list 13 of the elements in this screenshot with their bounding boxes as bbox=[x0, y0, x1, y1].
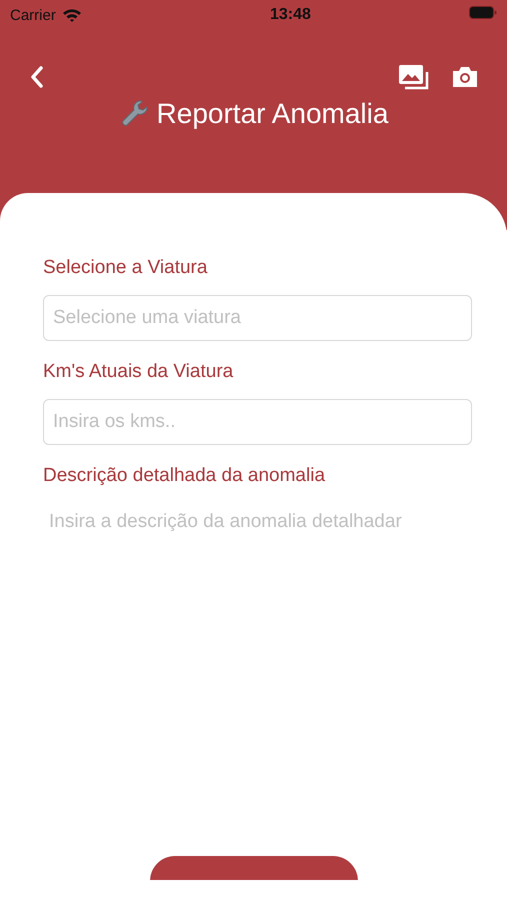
battery-icon bbox=[468, 6, 497, 19]
field-label: Descrição detalhada da anomalia bbox=[43, 465, 326, 487]
back-icon[interactable] bbox=[30, 65, 44, 89]
gallery-icon[interactable] bbox=[399, 64, 429, 90]
field-label: Km's Atuais da Viatura bbox=[43, 361, 234, 383]
carrier-name: Carrier bbox=[10, 6, 56, 24]
wifi-icon bbox=[62, 8, 82, 22]
page-title: Reportar Anomalia bbox=[156, 98, 388, 130]
input-field[interactable]: Insira os kms.. bbox=[43, 399, 472, 445]
select-field[interactable]: Selecione uma viatura bbox=[43, 295, 472, 341]
field-label: Selecione a Viatura bbox=[43, 257, 208, 279]
camera-icon[interactable] bbox=[451, 65, 479, 89]
status-time: 13:48 bbox=[270, 6, 311, 24]
